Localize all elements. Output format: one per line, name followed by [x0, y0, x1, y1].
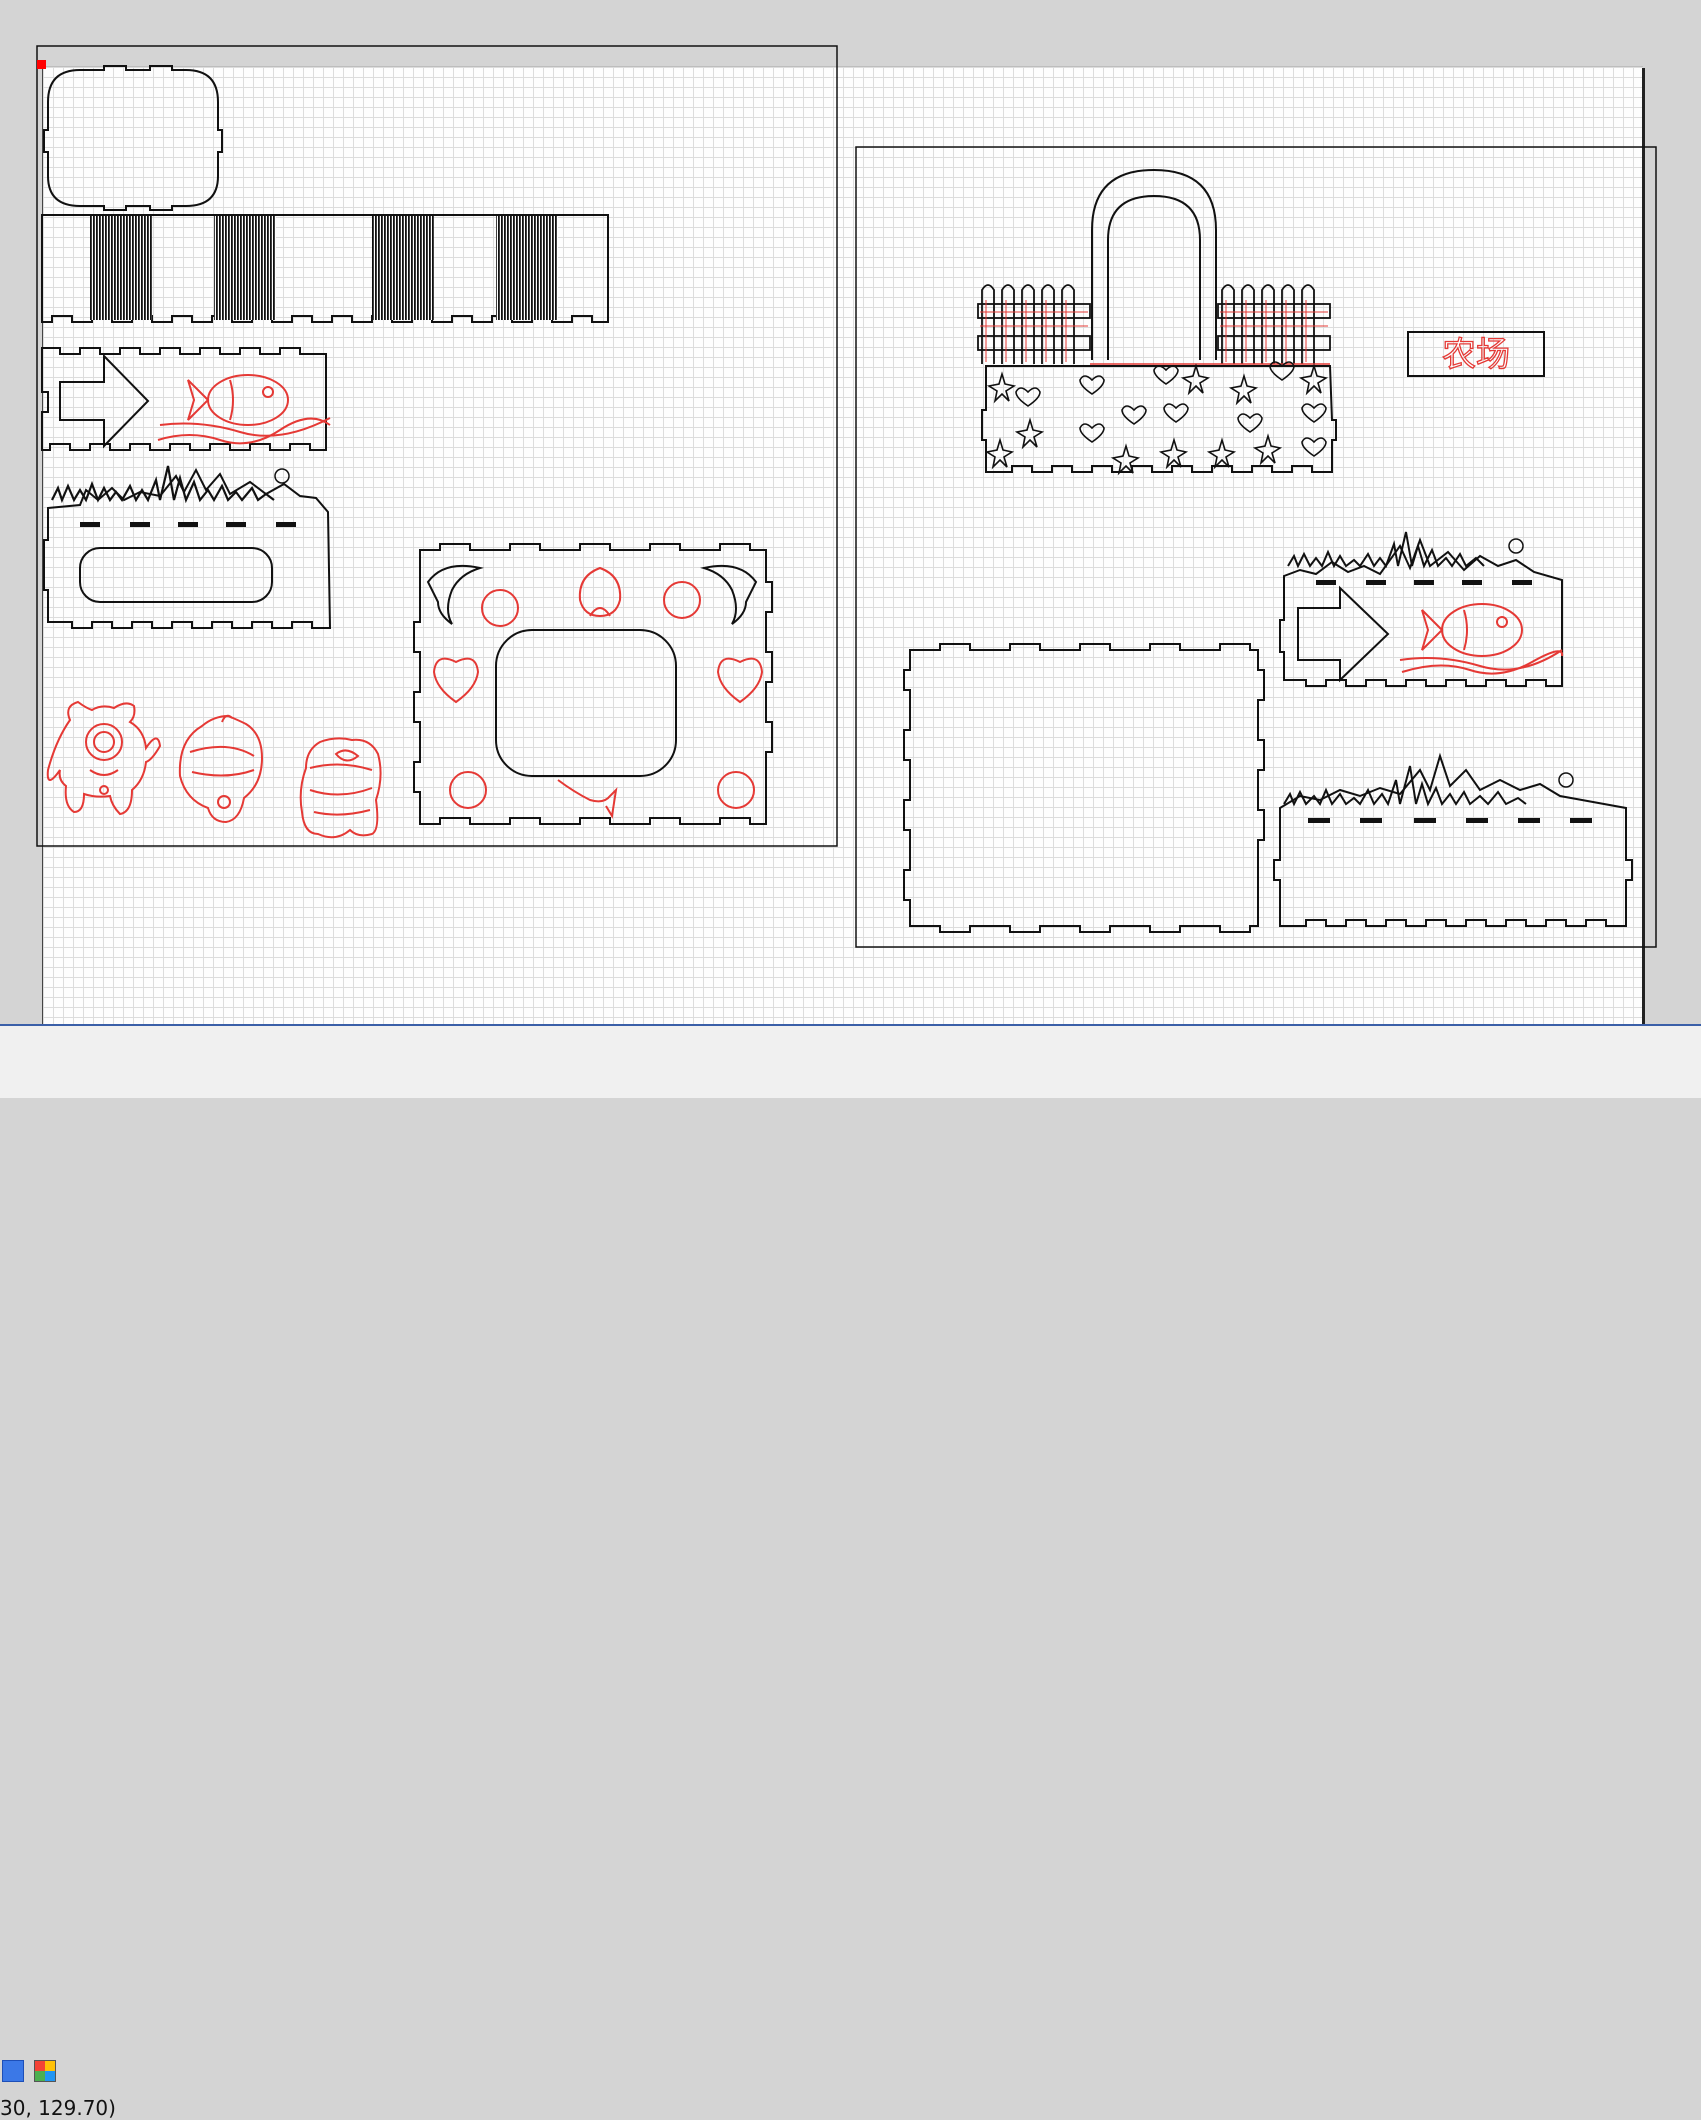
cursor-coordinates: 30, 129.70) — [0, 2096, 116, 2120]
artboard-right[interactable] — [855, 146, 1657, 948]
fish-arrow-panel[interactable] — [41, 347, 331, 451]
design-canvas[interactable]: 农场 — [0, 0, 1701, 1024]
fence-arch-panel[interactable] — [977, 168, 1337, 476]
palette-red-swatch — [35, 2061, 45, 2071]
palette-blue-swatch — [45, 2071, 55, 2081]
palette-green-swatch — [35, 2071, 45, 2081]
blank-tabbed-panel[interactable] — [903, 643, 1265, 933]
origin-marker[interactable] — [37, 60, 46, 69]
rounded-square-part[interactable] — [43, 65, 223, 211]
hatched-strip-part[interactable] — [41, 214, 609, 323]
status-bar: 30, 129.70) — [0, 1024, 1701, 2120]
fish-arrow-panel-right[interactable] — [1279, 531, 1564, 687]
blue-layer-button[interactable] — [2, 2060, 24, 2082]
farm-sign-part[interactable]: 农场 — [1407, 331, 1545, 377]
farm-sign-text: 农场 — [1442, 335, 1510, 375]
grass-panel-right[interactable] — [1273, 752, 1633, 927]
artboard-left[interactable] — [36, 45, 838, 847]
grass-panel-left[interactable] — [43, 465, 332, 629]
vector-drawing[interactable]: 农场 — [0, 0, 1701, 1024]
palette-yellow-swatch — [45, 2061, 55, 2071]
color-palette-button[interactable] — [34, 2060, 56, 2082]
dolphin-frame-panel[interactable] — [413, 543, 773, 825]
mascot-figures[interactable] — [46, 700, 382, 839]
